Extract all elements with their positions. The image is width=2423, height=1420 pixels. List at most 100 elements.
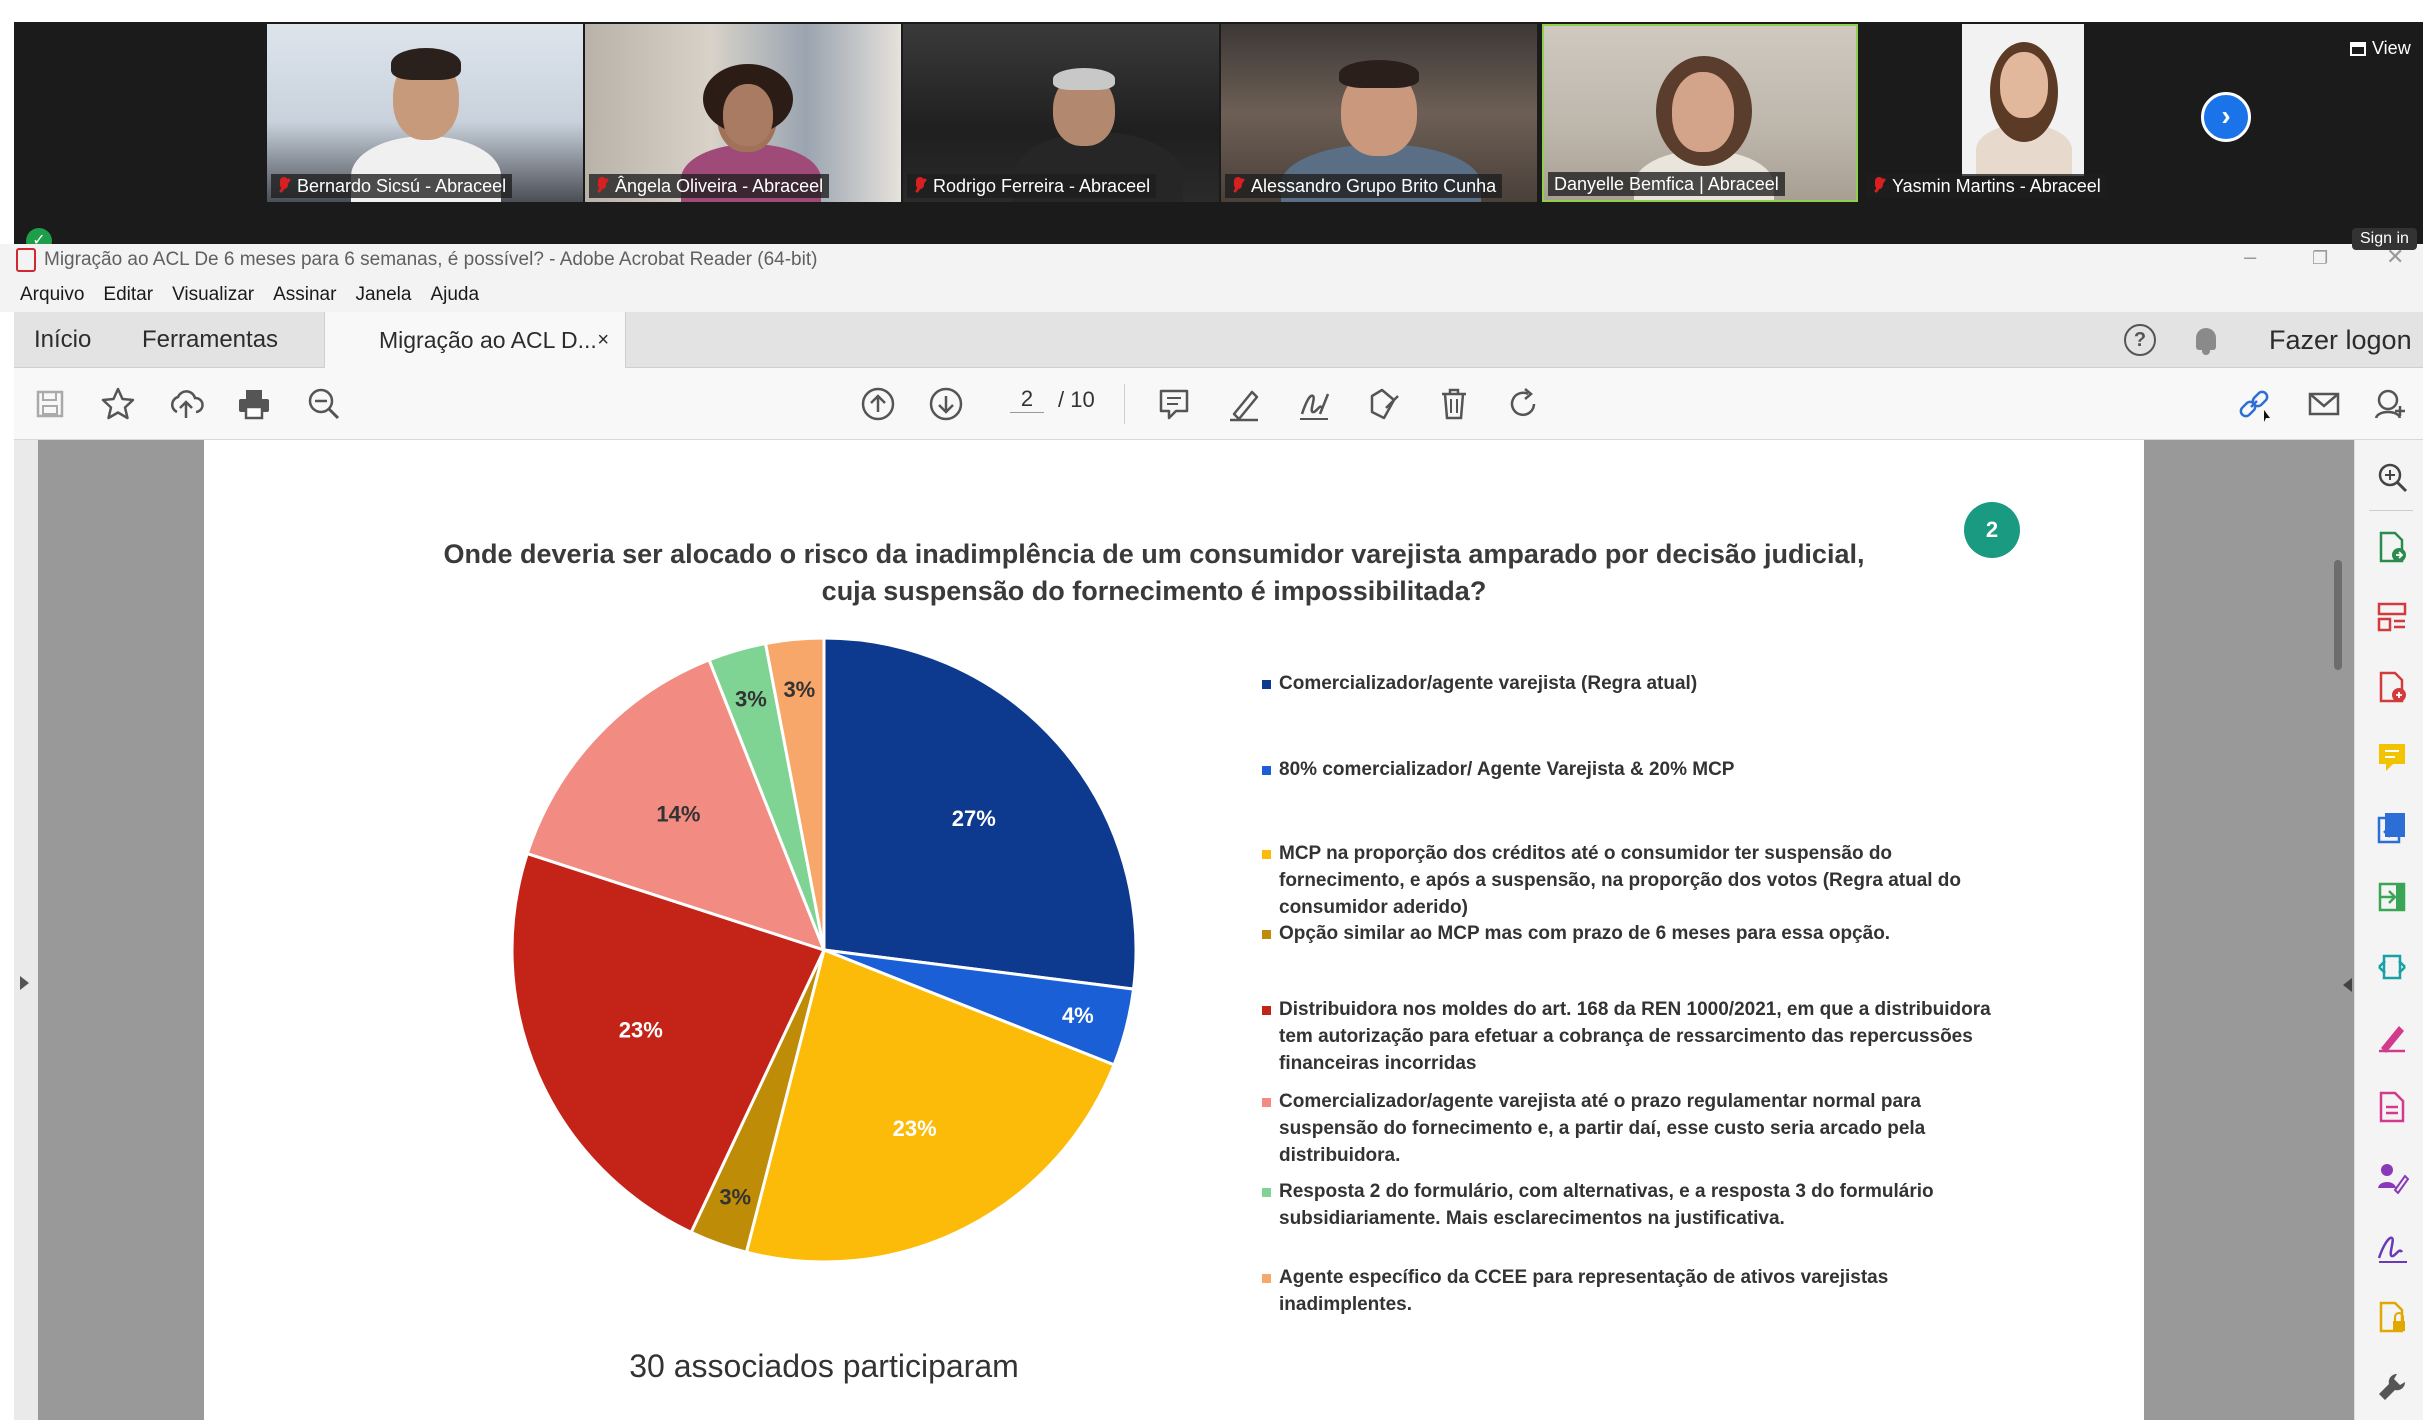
legend-swatch <box>1262 766 1271 775</box>
legend-item: Distribuidora nos moldes do art. 168 da … <box>1262 996 2022 1077</box>
pie-slice-label: 23% <box>893 1116 937 1141</box>
acrobat-app-icon <box>16 248 36 272</box>
participant-tile[interactable]: Ângela Oliveira - Abraceel <box>585 24 901 202</box>
left-panel-toggle[interactable] <box>14 440 38 1420</box>
search-zoom-icon[interactable] <box>2375 460 2409 494</box>
slide-title: Onde deveria ser alocado o risco da inad… <box>404 536 1904 610</box>
comment-tool-icon[interactable] <box>2375 740 2409 774</box>
vertical-scrollbar[interactable] <box>2334 560 2342 670</box>
legend-label: Agente específico da CCEE para represent… <box>1279 1267 1889 1315</box>
participant-tile[interactable]: Alessandro Grupo Brito Cunha <box>1221 24 1537 202</box>
highlight-pen-icon[interactable] <box>1224 384 1264 424</box>
collapse-right-panel-icon[interactable] <box>2343 978 2352 992</box>
tab-document-label: Migração ao ACL D... <box>379 327 597 353</box>
legend-swatch <box>1262 1098 1271 1107</box>
export-pdf-icon[interactable] <box>2375 530 2409 564</box>
next-page-participants-button[interactable]: › <box>2201 92 2251 142</box>
save-icon[interactable] <box>30 384 70 424</box>
compress-pdf-icon[interactable] <box>2375 880 2409 914</box>
participant-tile[interactable]: Bernardo Sicsú - Abraceel <box>267 24 583 202</box>
upload-cloud-icon[interactable] <box>166 384 206 424</box>
legend-label: 80% comercializador/ Agente Varejista & … <box>1279 759 1735 780</box>
participant-name-tag: Yasmin Martins - Abraceel <box>1866 174 2107 198</box>
tab-inicio[interactable]: Início <box>34 312 91 368</box>
menu-janela[interactable]: Janela <box>355 284 411 306</box>
minimize-icon[interactable]: – <box>2244 244 2256 270</box>
combine-files-icon[interactable] <box>2375 810 2409 844</box>
pie-slice-label: 27% <box>952 806 996 831</box>
export-convert-icon[interactable] <box>2375 950 2409 984</box>
mic-muted-icon <box>1872 177 1886 195</box>
bookmark-star-icon[interactable] <box>98 384 138 424</box>
current-page-input[interactable]: 2 <box>1010 386 1044 413</box>
view-label: View <box>2372 38 2411 58</box>
legend-label: Comercializador/agente varejista até o p… <box>1279 1091 1926 1166</box>
more-tools-wrench-icon[interactable] <box>2375 1370 2409 1404</box>
sign-pen-icon[interactable] <box>2375 1230 2409 1264</box>
pie-slice-label: 3% <box>719 1185 751 1210</box>
legend-item: MCP na proporção dos créditos até o cons… <box>1262 840 2022 921</box>
notification-bell-icon[interactable] <box>2192 326 2220 356</box>
share-link-icon[interactable] <box>2234 384 2274 424</box>
slide-title-line-2: cuja suspensão do fornecimento é impossi… <box>821 576 1487 606</box>
menu-bar: Arquivo Editar Visualizar Assinar Janela… <box>0 278 2423 312</box>
legend-swatch <box>1262 1274 1271 1283</box>
protect-pdf-icon[interactable] <box>2375 1300 2409 1334</box>
legend-item: Comercializador/agente varejista até o p… <box>1262 1088 2022 1169</box>
next-page-icon[interactable] <box>926 384 966 424</box>
participant-name: Bernardo Sicsú - Abraceel <box>297 176 507 196</box>
total-pages: / 10 <box>1058 386 1095 412</box>
menu-arquivo[interactable]: Arquivo <box>20 284 84 306</box>
tab-document[interactable]: Migração ao ACL D... × <box>324 312 626 368</box>
menu-visualizar[interactable]: Visualizar <box>172 284 254 306</box>
delete-trash-icon[interactable] <box>1434 384 1474 424</box>
zoom-out-search-icon[interactable] <box>304 384 344 424</box>
meeting-gallery: Bernardo Sicsú - Abraceel Ângela Oliveir… <box>0 0 2423 244</box>
menu-ajuda[interactable]: Ajuda <box>430 284 479 306</box>
email-envelope-icon[interactable] <box>2304 384 2344 424</box>
participant-name: Alessandro Grupo Brito Cunha <box>1251 176 1497 196</box>
fill-and-sign-icon[interactable] <box>2375 1020 2409 1054</box>
mic-muted-icon <box>913 177 927 195</box>
rotate-icon[interactable] <box>1504 384 1544 424</box>
legend-item: Agente específico da CCEE para represent… <box>1262 1264 2022 1318</box>
participant-tile[interactable]: Yasmin Martins - Abraceel <box>1862 24 2178 202</box>
document-viewer[interactable]: Onde deveria ser alocado o risco da inad… <box>14 440 2354 1420</box>
window-titlebar: Migração ao ACL De 6 meses para 6 semana… <box>0 244 2423 278</box>
sign-in-button[interactable]: Sign in <box>2352 228 2417 250</box>
previous-page-icon[interactable] <box>858 384 898 424</box>
menu-editar[interactable]: Editar <box>103 284 153 306</box>
legend-item: Opção similar ao MCP mas com prazo de 6 … <box>1262 920 2022 947</box>
add-user-icon[interactable] <box>2370 384 2410 424</box>
participant-name-tag: Bernardo Sicsú - Abraceel <box>271 174 513 198</box>
participant-tile-active-speaker[interactable]: Danyelle Bemfica | Abraceel <box>1542 24 1858 202</box>
create-pdf-icon[interactable] <box>2375 670 2409 704</box>
slide-title-line-1: Onde deveria ser alocado o risco da inad… <box>443 539 1865 569</box>
restore-icon[interactable]: ❐ <box>2312 248 2328 269</box>
close-tab-icon[interactable]: × <box>597 312 609 368</box>
edit-pdf-icon[interactable] <box>1364 384 1404 424</box>
menu-assinar[interactable]: Assinar <box>273 284 336 306</box>
participant-name: Danyelle Bemfica | Abraceel <box>1554 174 1779 194</box>
tab-ferramentas[interactable]: Ferramentas <box>142 312 278 368</box>
tools-pane <box>2354 440 2423 1420</box>
organize-pages-icon[interactable] <box>2375 600 2409 634</box>
legend-item: Resposta 2 do formulário, com alternativ… <box>1262 1178 2022 1232</box>
legend-swatch <box>1262 930 1271 939</box>
toolbar-divider <box>1124 384 1125 424</box>
participant-name-tag: Alessandro Grupo Brito Cunha <box>1225 174 1503 198</box>
participant-name: Yasmin Martins - Abraceel <box>1892 176 2101 196</box>
gallery-view-icon <box>2350 41 2366 56</box>
edit-document-icon[interactable] <box>2375 1090 2409 1124</box>
fill-sign-icon[interactable] <box>1294 384 1334 424</box>
request-signature-icon[interactable] <box>2375 1160 2410 1195</box>
pie-slice-label: 14% <box>656 801 700 826</box>
sign-in-link[interactable]: Fazer logon <box>2269 312 2412 368</box>
print-icon[interactable] <box>234 384 274 424</box>
legend-label: Opção similar ao MCP mas com prazo de 6 … <box>1279 923 1891 944</box>
help-icon[interactable]: ? <box>2124 324 2156 356</box>
profile-photo <box>1962 24 2084 176</box>
comment-icon[interactable] <box>1154 384 1194 424</box>
view-button[interactable]: View <box>2350 38 2411 59</box>
participant-tile[interactable]: Rodrigo Ferreira - Abraceel <box>903 24 1219 202</box>
